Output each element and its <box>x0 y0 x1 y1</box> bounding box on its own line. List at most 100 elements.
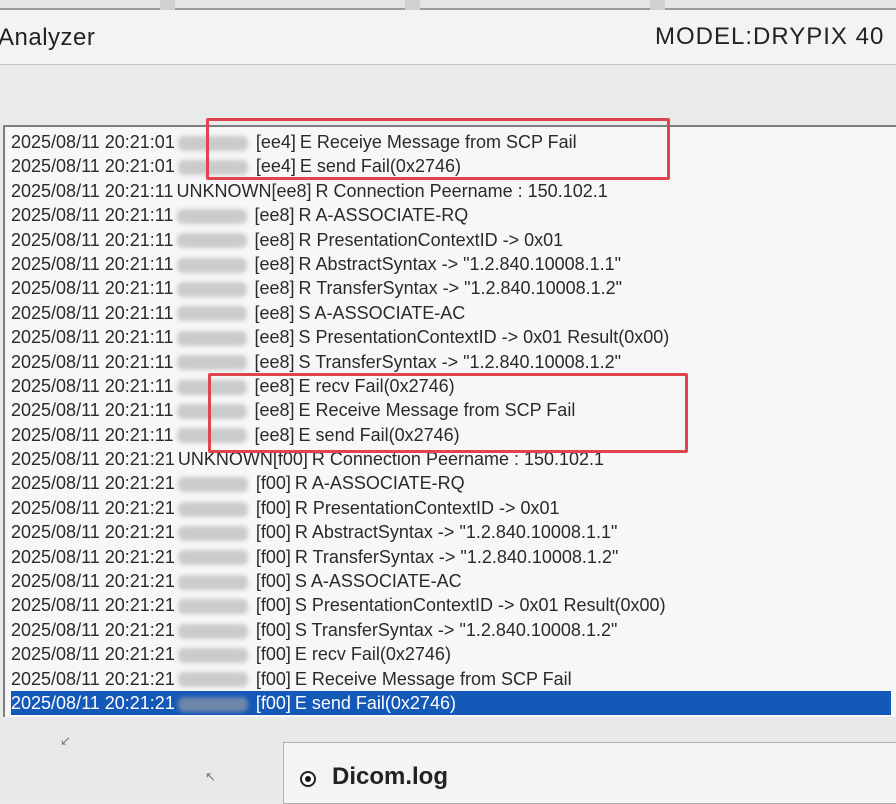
log-row[interactable]: 2025/08/11 20:21:11 [ee8] E Receive Message… <box>11 398 891 422</box>
log-thread-tag: [ee8] <box>254 302 295 323</box>
log-row[interactable]: 2025/08/11 20:21:11 [ee8] R PresentationCon… <box>11 228 891 252</box>
log-row[interactable]: 2025/08/11 20:21:01 [ee4] E Receiye Message… <box>11 130 891 154</box>
log-row[interactable]: 2025/08/11 20:21:21 [f00] E send Fail(0x274… <box>11 690 891 716</box>
log-time: 20:21:11 <box>104 278 174 299</box>
log-host-redacted <box>176 203 255 227</box>
log-time: 20:21:21 <box>104 692 175 713</box>
log-date: 2025/08/11 <box>11 156 100 177</box>
log-row[interactable]: 2025/08/11 20:21:21 [f00] E recv Fail(0x274… <box>11 642 891 666</box>
top-button[interactable] <box>0 0 160 10</box>
redaction-blur <box>177 599 248 615</box>
log-thread-tag: [f00] <box>255 546 291 567</box>
log-host-redacted <box>177 618 256 642</box>
redaction-blur <box>176 233 247 249</box>
log-row[interactable]: 2025/08/11 20:21:21 [f00] E Receive Message… <box>11 667 891 691</box>
log-thread-tag: [f00] <box>255 571 291 592</box>
log-date: 2025/08/11 <box>11 278 100 299</box>
log-time: 20:21:21 <box>104 497 175 518</box>
top-button[interactable] <box>175 0 405 10</box>
redaction-blur <box>177 672 248 688</box>
top-button-strip <box>0 0 896 10</box>
log-row[interactable]: 2025/08/11 20:21:21 [f00] S PresentationCon… <box>11 593 891 617</box>
redaction-blur <box>177 550 248 566</box>
log-host-redacted <box>177 496 256 520</box>
log-host-redacted <box>177 691 256 715</box>
log-row[interactable]: 2025/08/11 20:21:11 [ee8] R AbstractSyntax … <box>11 252 891 276</box>
log-time: 20:21:21 <box>104 595 175 616</box>
log-row[interactable]: 2025/08/11 20:21:21 [f00] S TransferSyntax … <box>11 618 891 642</box>
log-message: E send Fail(0x2746) <box>294 692 456 713</box>
log-thread-tag: [ee8] <box>271 180 312 201</box>
log-row[interactable]: 2025/08/11 20:21:21 [f00] R AbstractSyntax … <box>11 520 891 544</box>
log-row[interactable]: 2025/08/11 20:21:21 UNKNOWN[f00] R Connecti… <box>11 447 891 471</box>
redaction-blur <box>177 623 248 639</box>
cursor-mark: ↙ <box>60 733 71 748</box>
log-message: R TransferSyntax -> "1.2.840.10008.1.2" <box>298 278 623 299</box>
log-thread-tag: [f00] <box>272 449 308 470</box>
model-label: MODEL:DRYPIX 40 <box>655 23 885 50</box>
log-date: 2025/08/11 <box>11 644 100 665</box>
log-thread-tag: [f00] <box>255 619 291 640</box>
log-date: 2025/08/11 <box>11 253 100 274</box>
redaction-blur <box>176 428 247 444</box>
log-message: E Receive Message from SCP Fail <box>298 400 576 421</box>
log-date: 2025/08/11 <box>11 302 100 323</box>
log-host-redacted <box>176 252 255 276</box>
log-time: 20:21:11 <box>104 375 174 396</box>
log-thread-tag: [ee8] <box>254 375 295 396</box>
log-row[interactable]: 2025/08/11 20:21:11 [ee8] S PresentationCon… <box>11 325 891 349</box>
log-date: 2025/08/11 <box>11 375 100 396</box>
log-date: 2025/08/11 <box>11 424 100 445</box>
log-row[interactable]: 2025/08/11 20:21:11 [ee8] S TransferSyntax … <box>11 350 891 374</box>
log-row[interactable]: 2025/08/11 20:21:21 [f00] R TransferSyntax … <box>11 545 891 569</box>
log-row[interactable]: 2025/08/11 20:21:21 [f00] R A-ASSOCIATE-RQ <box>11 471 891 495</box>
log-time: 20:21:21 <box>104 449 175 470</box>
log-thread-tag: [ee4] <box>255 132 296 152</box>
log-row[interactable]: 2025/08/11 20:21:11 [ee8] S A-ASSOCIATE-AC <box>11 301 891 325</box>
log-host-redacted <box>176 325 255 349</box>
log-date: 2025/08/11 <box>11 449 100 470</box>
log-date: 2025/08/11 <box>11 522 100 543</box>
log-row[interactable]: 2025/08/11 20:21:11 [ee8] E recv Fail(0x274… <box>11 374 891 398</box>
log-time: 20:21:21 <box>104 619 175 640</box>
log-host-redacted <box>176 350 255 374</box>
log-row[interactable]: 2025/08/11 20:21:11 [ee8] R A-ASSOCIATE-RQ <box>11 203 891 227</box>
log-row[interactable]: 2025/08/11 20:21:11 UNKNOWN[ee8] R Connecti… <box>11 179 891 203</box>
log-message: E recv Fail(0x2746) <box>298 375 455 396</box>
log-date: 2025/08/11 <box>11 595 100 616</box>
log-message: R AbstractSyntax -> "1.2.840.10008.1.1" <box>294 522 618 543</box>
log-thread-tag: [f00] <box>255 595 291 616</box>
log-row[interactable]: 2025/08/11 20:21:11 [ee8] R TransferSyntax … <box>11 276 891 300</box>
log-row[interactable]: 2025/08/11 20:21:01 [ee4] E send Fail(0x274… <box>11 154 891 178</box>
log-host-redacted <box>176 398 255 422</box>
log-time: 20:21:11 <box>104 253 174 274</box>
log-thread-tag: [f00] <box>255 522 291 543</box>
redaction-blur <box>176 379 247 395</box>
redaction-blur <box>177 526 248 541</box>
log-message: R A-ASSOCIATE-RQ <box>298 205 469 226</box>
redaction-blur <box>176 330 247 346</box>
log-thread-tag: [ee4] <box>255 156 296 177</box>
log-message: S TransferSyntax -> "1.2.840.10008.1.2" <box>294 619 618 640</box>
log-thread-tag: [f00] <box>255 668 291 689</box>
redaction-blur <box>177 696 248 712</box>
top-button[interactable] <box>420 0 650 10</box>
log-message: E send Fail(0x2746) <box>298 424 460 445</box>
log-listbox[interactable]: 2025/08/11 20:21:01 [ee4] E Receiye Message… <box>3 125 896 721</box>
log-message: R Connection Peername : 150.102.1 <box>315 180 608 201</box>
top-button[interactable] <box>665 0 896 10</box>
log-time: 20:21:21 <box>104 571 175 592</box>
redaction-blur <box>177 135 248 151</box>
log-row[interactable]: 2025/08/11 20:21:11 [ee8] E send Fail(0x274… <box>11 423 891 447</box>
log-row[interactable]: 2025/08/11 20:21:21 [f00] S A-ASSOCIATE-AC <box>11 569 891 593</box>
log-host-redacted <box>177 569 256 593</box>
log-row[interactable]: 2025/08/11 20:21:21 [f00] R PresentationCon… <box>11 496 891 520</box>
title-bar: Analyzer MODEL:DRYPIX 40 <box>0 10 896 65</box>
dicom-log-label[interactable]: Dicom.log <box>332 763 448 791</box>
app-title: Analyzer <box>0 24 96 51</box>
dicom-log-radio[interactable] <box>300 771 316 787</box>
log-message: R PresentationContextID -> 0x01 <box>298 229 564 250</box>
log-time: 20:21:21 <box>104 473 175 494</box>
log-date: 2025/08/11 <box>11 327 100 348</box>
log-date: 2025/08/11 <box>11 205 100 226</box>
